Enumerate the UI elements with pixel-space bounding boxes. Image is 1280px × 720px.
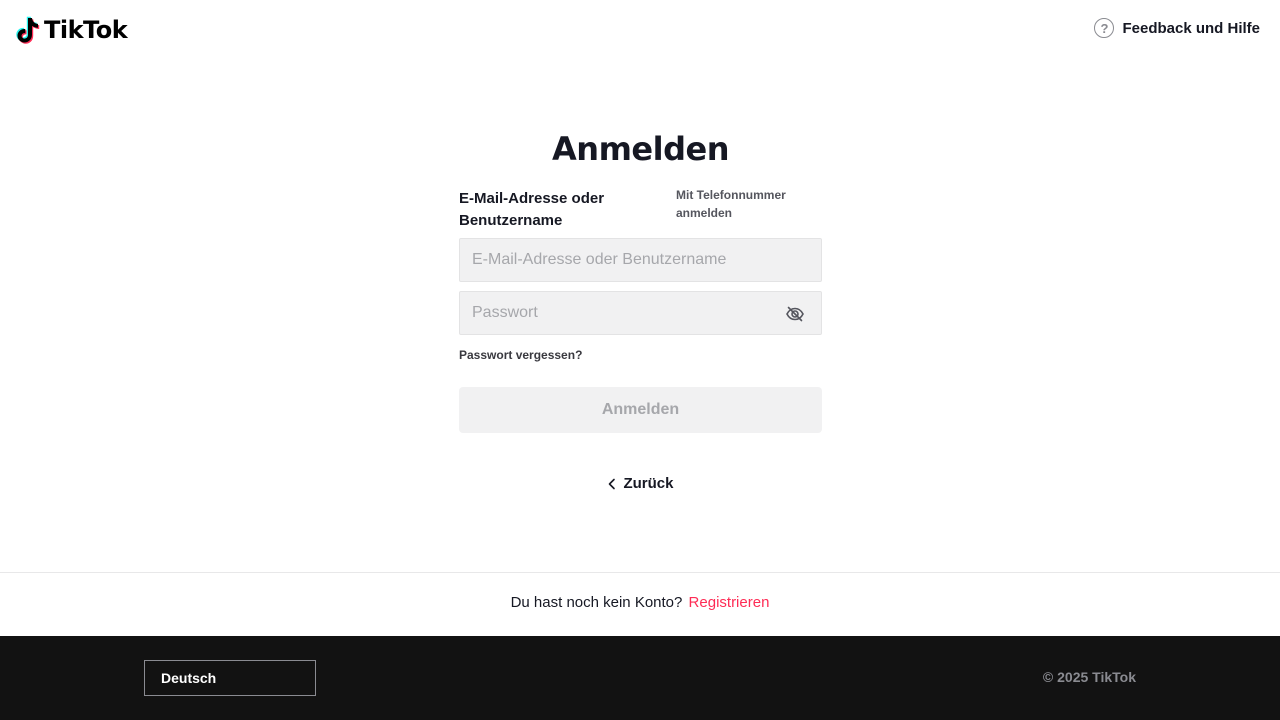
question-circle-icon: ? xyxy=(1094,18,1115,38)
logo-text: TikTok xyxy=(44,16,128,44)
username-input[interactable] xyxy=(460,239,821,281)
feedback-help-label: Feedback und Hilfe xyxy=(1122,19,1260,37)
language-select[interactable]: Deutsch xyxy=(144,660,316,696)
password-field-container xyxy=(459,291,822,335)
page-title: Anmelden xyxy=(552,130,729,168)
login-button[interactable]: Anmelden xyxy=(459,387,822,433)
field-label-row: E-Mail-Adresse oder Benutzername Mit Tel… xyxy=(459,188,822,234)
field-label: E-Mail-Adresse oder Benutzername xyxy=(459,190,605,229)
register-link[interactable]: Registrieren xyxy=(689,594,770,611)
password-input[interactable] xyxy=(460,292,821,334)
copyright: © 2025 TikTok xyxy=(1042,669,1136,685)
chevron-left-icon xyxy=(609,478,616,489)
tiktok-logo[interactable]: TikTok xyxy=(16,14,128,46)
divider xyxy=(0,572,1280,573)
forgot-password-link[interactable]: Passwort vergessen? xyxy=(459,348,582,364)
username-field-container xyxy=(459,238,822,282)
signup-prompt: Du hast noch kein Konto? Registrieren xyxy=(0,594,1280,611)
footer: Deutsch © 2025 TikTok xyxy=(0,636,1280,720)
back-link[interactable]: Zurück xyxy=(459,475,822,492)
tiktok-note-icon xyxy=(16,16,40,44)
feedback-help-link[interactable]: ? Feedback und Hilfe xyxy=(1094,18,1260,38)
signup-text: Du hast noch kein Konto? xyxy=(510,594,683,611)
header: TikTok ? Feedback und Hilfe xyxy=(0,0,1280,60)
back-label: Zurück xyxy=(623,475,674,492)
eye-off-icon[interactable] xyxy=(785,304,805,324)
login-form: Anmelden E-Mail-Adresse oder Benutzernam… xyxy=(459,128,822,492)
phone-login-link[interactable]: Mit Telefonnummer anmelden xyxy=(676,186,822,234)
